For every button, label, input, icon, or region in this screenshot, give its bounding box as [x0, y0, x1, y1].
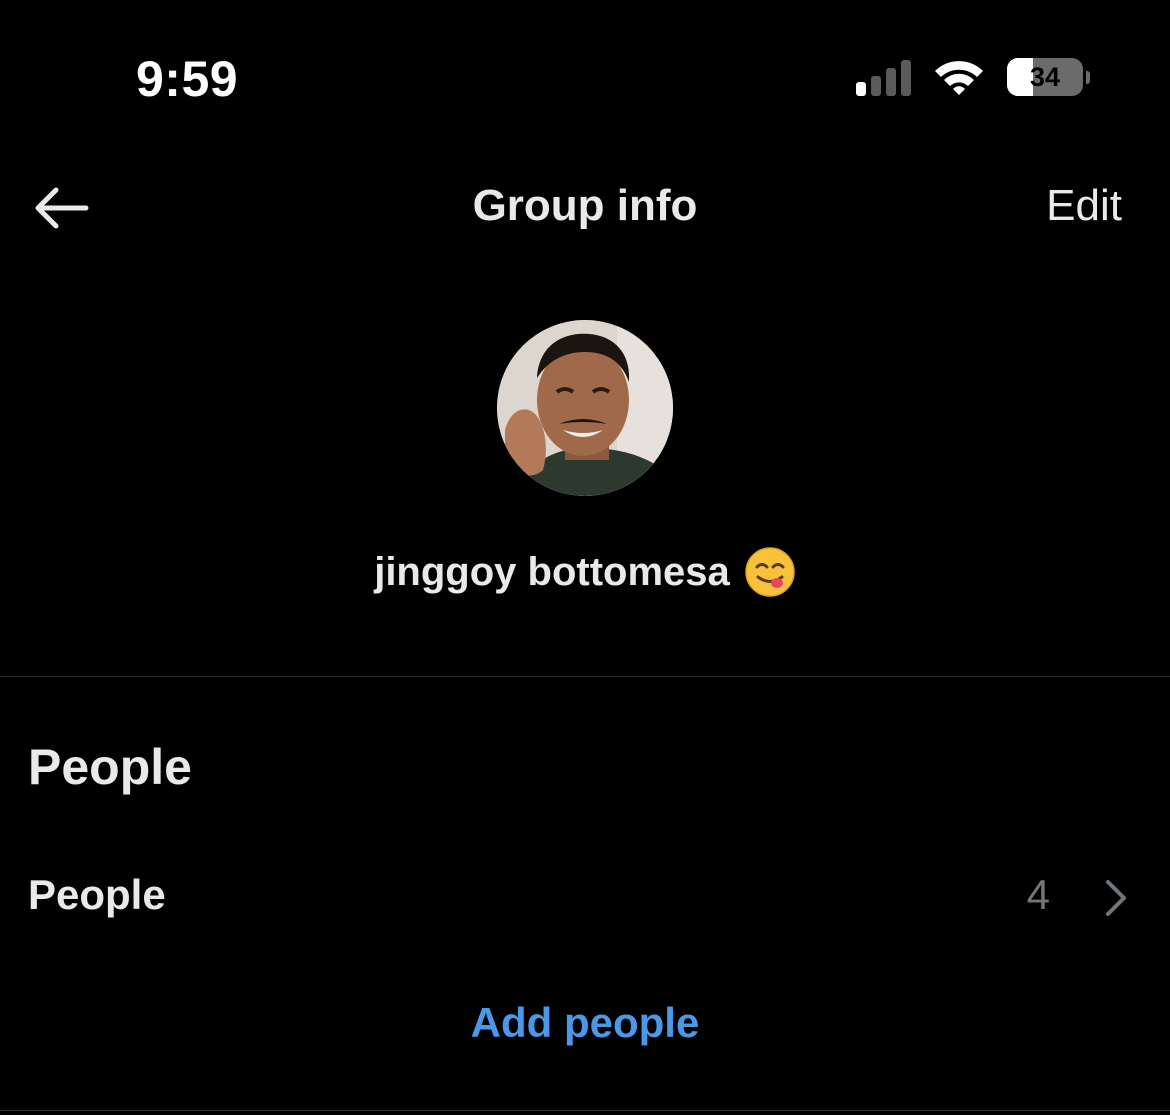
bottom-divider	[0, 1110, 1170, 1111]
group-avatar[interactable]	[497, 320, 673, 496]
page-title: Group info	[472, 181, 698, 230]
people-count: 4	[1026, 871, 1050, 918]
cellular-signal-icon	[856, 58, 911, 96]
battery-level: 34	[1029, 61, 1061, 92]
add-people-button[interactable]: Add people	[0, 999, 1170, 1047]
chevron-right-icon	[1106, 880, 1126, 916]
battery-icon: 34	[1007, 58, 1090, 96]
wifi-icon	[935, 61, 983, 95]
face-savoring-food-emoji-icon	[745, 547, 795, 597]
people-section-title: People	[28, 739, 192, 795]
status-time: 9:59	[136, 51, 239, 107]
group-name-row: jinggoy bottomesa	[0, 546, 1170, 598]
people-row-label: People	[28, 871, 166, 918]
edit-button[interactable]: Edit	[1046, 181, 1122, 231]
group-name: jinggoy bottomesa	[374, 549, 730, 594]
people-row[interactable]: People 4	[0, 856, 1170, 940]
section-divider	[0, 676, 1170, 677]
status-icons: 34	[856, 56, 1090, 98]
